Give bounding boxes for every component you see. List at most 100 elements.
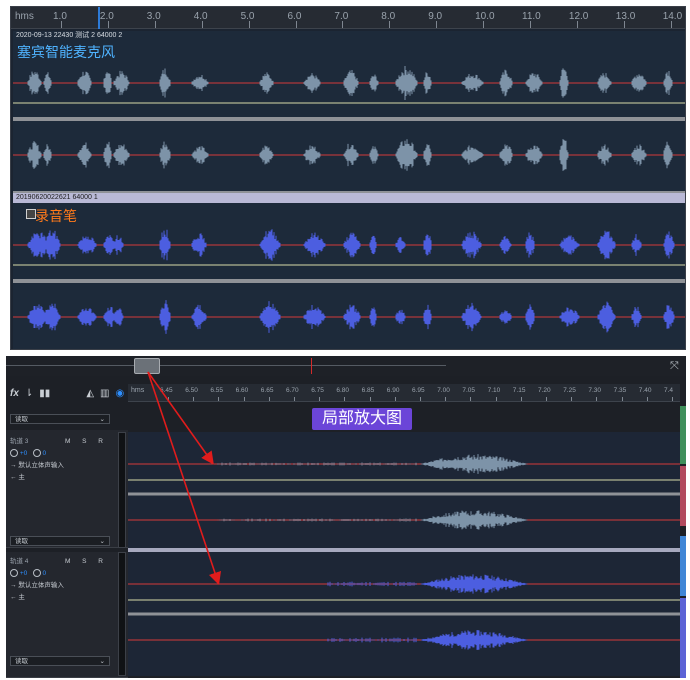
ruler-tick-label: 2.0 <box>99 11 114 22</box>
ruler-tick-mark <box>470 397 472 401</box>
ruler-tick-mark <box>295 21 297 28</box>
top-timeline-ruler[interactable]: hms 1.0 2.0 3.0 4.0 5.0 6.0 7.0 8.0 9.0 10.0 11.0 1… <box>11 7 685 29</box>
zoomed-lane-4[interactable] <box>128 552 680 676</box>
playhead[interactable] <box>98 7 100 29</box>
ruler-tick-label: 7.35 <box>613 387 627 394</box>
ruler-tick-mark <box>342 21 344 28</box>
track-color-strip <box>680 466 686 526</box>
input-arrow-icon: → <box>10 582 17 589</box>
ruler-tick-label: 13.0 <box>615 11 636 22</box>
automation-read-select[interactable]: 读取 ⌄ <box>10 536 110 546</box>
zoom-annotation-label: 局部放大图 <box>312 408 412 430</box>
chevron-down-icon: ⌄ <box>99 538 105 545</box>
ruler-tick-mark <box>571 397 573 401</box>
zoomed-timeline-ruler[interactable]: hms 6.45 6.50 6.55 6.60 6.65 6.70 6.75 6.80 6.85… <box>128 384 680 402</box>
zoom-fit-icon[interactable]: ⤧ <box>670 360 679 373</box>
ruler-tick-label: 14.0 <box>662 11 683 22</box>
ruler-tick-mark <box>394 397 396 401</box>
ruler-tick-label: 6.50 <box>185 387 198 394</box>
output-select[interactable]: 主 <box>18 594 25 601</box>
ruler-tick-mark <box>646 397 648 401</box>
ruler-tick-label: 6.65 <box>260 387 274 394</box>
level-meter <box>118 552 126 676</box>
zoomed-waveform-3 <box>128 454 680 530</box>
ruler-tick-label: 6.70 <box>286 387 299 394</box>
ruler-tick-mark <box>248 21 250 28</box>
ruler-tick-label: 4.0 <box>193 11 208 22</box>
pan-knob[interactable] <box>32 569 41 578</box>
overview-playhead <box>311 358 312 374</box>
overview-line <box>6 365 446 366</box>
ruler-tick-label: 11.0 <box>522 11 541 22</box>
volume-knob[interactable] <box>10 569 18 578</box>
clip-track-2[interactable]: 20190620022621 64000 1 录音笔 <box>13 193 685 349</box>
zoomed-lane-3[interactable] <box>128 432 680 548</box>
chevron-down-icon: ⌄ <box>99 658 105 665</box>
ruler-tick-mark <box>495 397 497 401</box>
waveform-track-1 <box>13 66 685 171</box>
ruler-tick-mark <box>623 21 625 28</box>
zoom-ruler-unit: hms <box>131 387 145 394</box>
input-select[interactable]: 默认立体声输入 <box>18 462 64 469</box>
track-color-strip <box>680 536 686 596</box>
ruler-tick-mark <box>168 397 169 401</box>
top-ruler-unit: hms <box>15 11 34 22</box>
send-icon[interactable]: ⇂ <box>25 388 33 399</box>
volume-value[interactable]: +0 <box>20 450 27 457</box>
input-arrow-icon: → <box>10 462 17 469</box>
track-toolbar: fx ⇂ ▮▮ ◭ ▥ ◉ <box>6 384 128 402</box>
input-select[interactable]: 默认立体声输入 <box>18 582 64 589</box>
ruler-tick-label: 6.75 <box>311 387 324 394</box>
output-arrow-icon: ← <box>10 594 17 601</box>
track-name[interactable]: 轨道 4 <box>10 558 28 565</box>
zoomed-waveform-4 <box>128 574 680 650</box>
metronome-icon[interactable]: ◭ <box>86 388 94 399</box>
track-color-strip <box>680 406 686 464</box>
ruler-tick-label: 10.0 <box>475 11 495 22</box>
mute-solo-record-buttons[interactable]: M S R <box>65 556 108 568</box>
eq-icon[interactable]: ▮▮ <box>39 388 50 399</box>
track-panel-3: 轨道 3 M S R +0 0 → 默认立体声输入 ← 主 <box>6 430 128 548</box>
pan-value[interactable]: 0 <box>42 450 46 457</box>
ruler-tick-label: 6.80 <box>336 387 350 394</box>
ruler-tick-mark <box>436 21 438 28</box>
mute-solo-record-buttons[interactable]: M S R <box>65 436 108 448</box>
fx-icon[interactable]: fx <box>10 388 19 399</box>
ruler-tick-mark <box>218 397 220 401</box>
ruler-tick-label: 6.90 <box>386 387 400 394</box>
ruler-tick-mark <box>546 397 547 401</box>
chevron-down-icon: ⌄ <box>99 416 105 423</box>
track-color-strip <box>680 598 686 678</box>
ruler-tick-mark <box>621 397 623 401</box>
ruler-tick-label: 7.05 <box>462 387 476 394</box>
bar-chart-icon[interactable]: ▥ <box>100 388 109 399</box>
ruler-tick-label: 6.60 <box>235 387 249 394</box>
ruler-tick-mark <box>154 21 156 28</box>
overview-bar[interactable]: ⤧ <box>6 356 686 376</box>
ruler-tick-mark <box>61 21 62 28</box>
ruler-tick-mark <box>596 397 598 401</box>
automation-read-select[interactable]: 读取 ⌄ <box>10 656 110 666</box>
ruler-tick-label: 7.40 <box>638 387 652 394</box>
settings-icon[interactable]: ◉ <box>115 388 124 399</box>
pan-knob[interactable] <box>32 449 41 458</box>
automation-read-select[interactable]: 读取 ⌄ <box>10 414 110 424</box>
volume-knob[interactable] <box>10 449 18 458</box>
ruler-tick-mark <box>201 21 203 28</box>
volume-value[interactable]: +0 <box>20 570 27 577</box>
output-select[interactable]: 主 <box>18 474 25 481</box>
read-mode-label: 读取 <box>15 658 28 665</box>
ruler-tick-label: 7.30 <box>588 387 602 394</box>
track-name[interactable]: 轨道 3 <box>10 438 28 445</box>
ruler-tick-label: 7.0 <box>334 11 349 22</box>
pan-value[interactable]: 0 <box>42 570 46 577</box>
output-arrow-icon: ← <box>10 474 17 481</box>
ruler-tick-mark <box>268 397 270 401</box>
zoomed-editor-panel: ⤧ fx ⇂ ▮▮ ◭ ▥ ◉ 读取 ⌄ 轨道 3 M S R +0 0 → 默… <box>6 356 686 678</box>
ruler-tick-label: 7.4 <box>664 387 674 394</box>
ruler-tick-mark <box>672 397 673 401</box>
ruler-tick-mark <box>369 397 371 401</box>
zoom-range-handle[interactable] <box>134 358 160 374</box>
clip-track-1[interactable]: 2020-09-13 22430 测试 2 64000 2 塞宾智能麦克风 <box>13 31 685 191</box>
ruler-tick-label: 6.95 <box>412 387 425 394</box>
